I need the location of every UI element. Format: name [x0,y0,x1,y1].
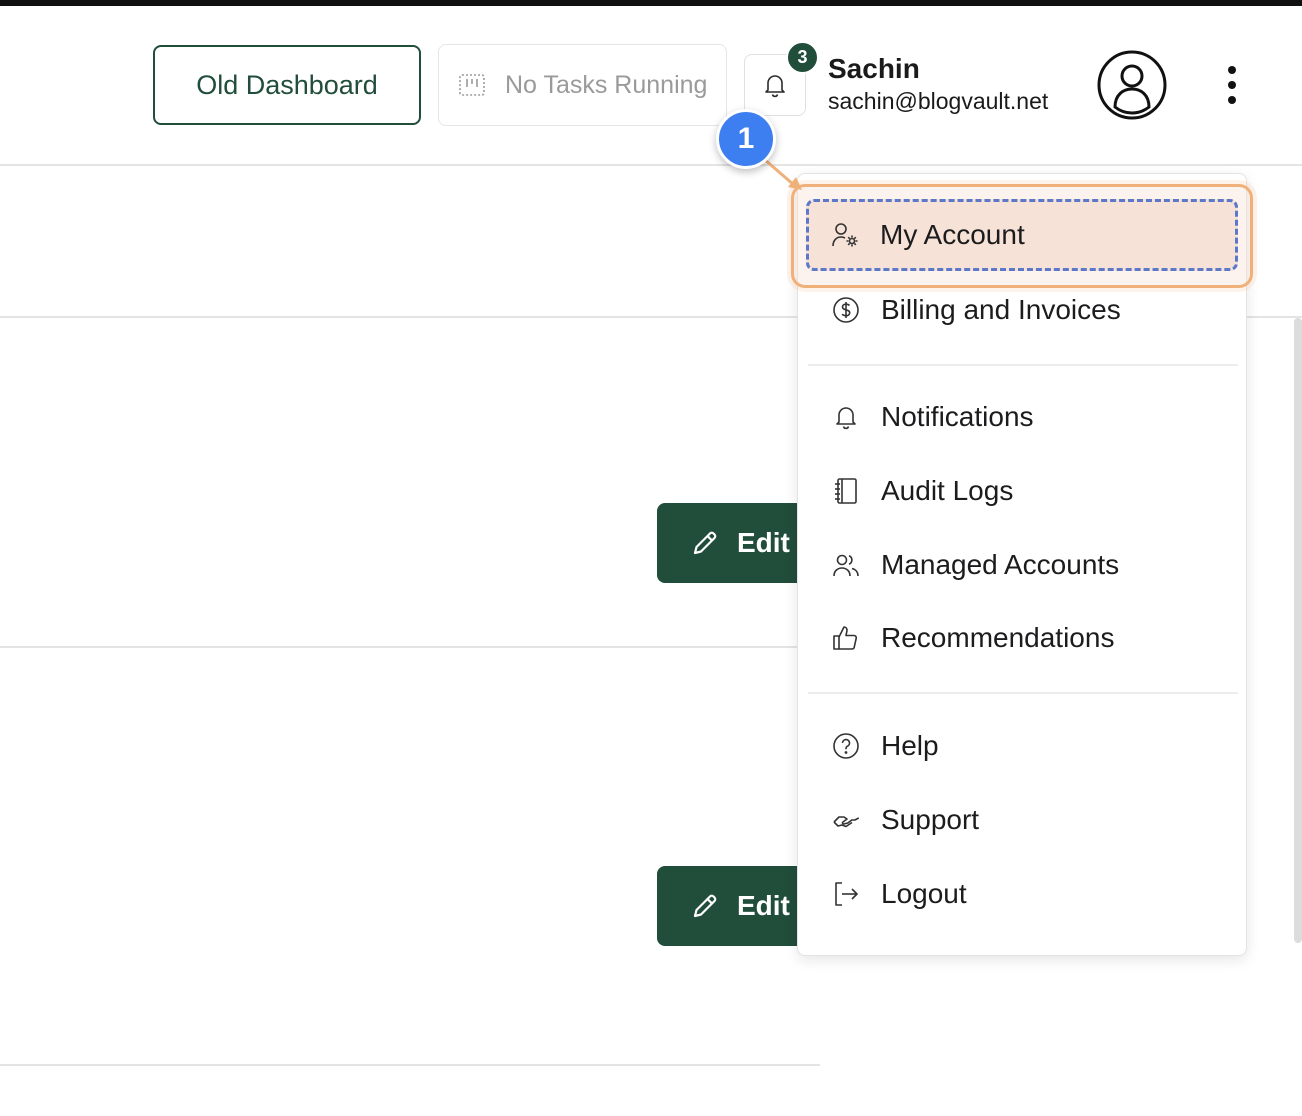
menu-item-managed-accounts[interactable]: Managed Accounts [798,535,1246,595]
edit-button[interactable]: Edit [657,866,807,946]
thumbs-up-icon [833,626,858,650]
question-circle-icon [833,733,859,759]
tasks-icon [459,74,485,96]
dollar-circle-icon [833,297,859,323]
notebook-icon [835,478,857,504]
edit-label: Edit [737,890,790,921]
menu-divider [808,692,1238,694]
menu-item-my-account[interactable]: My Account [797,205,1247,265]
menu-item-label: Logout [881,878,967,909]
notification-count-badge: 3 [786,41,819,74]
handshake-icon [833,816,860,828]
row-divider [0,1064,820,1066]
menu-item-label: Managed Accounts [881,549,1120,580]
scrollbar[interactable] [1294,318,1302,943]
menu-item-notifications[interactable]: Notifications [798,387,1246,447]
menu-item-label: Help [881,730,939,761]
pencil-icon [693,531,717,555]
avatar-icon[interactable] [1096,49,1168,121]
menu-divider [808,364,1238,366]
old-dashboard-button[interactable]: Old Dashboard [153,45,421,125]
menu-item-recommendations[interactable]: Recommendations [798,608,1246,668]
user-name: Sachin [828,53,920,84]
menu-item-label: Billing and Invoices [881,294,1121,325]
menu-item-billing[interactable]: Billing and Invoices [798,280,1246,340]
bell-icon [836,407,856,430]
menu-item-label: Recommendations [881,622,1115,653]
more-options-icon[interactable] [1216,62,1248,108]
logout-icon [835,882,858,906]
user-gear-icon [832,223,858,247]
tasks-status-label: No Tasks Running [505,70,708,99]
menu-item-audit-logs[interactable]: Audit Logs [798,461,1246,521]
menu-item-label: Support [881,804,980,835]
menu-item-label: Notifications [881,401,1034,432]
users-icon [833,554,859,577]
bell-icon [765,75,785,98]
old-dashboard-label: Old Dashboard [196,69,378,100]
row-divider [0,646,820,648]
top-edge-bar [0,0,1302,6]
account-dropdown-menu: Billing and Invoices Notifications Audit… [797,173,1247,956]
menu-item-help[interactable]: Help [798,716,1246,776]
menu-item-support[interactable]: Support [798,790,1246,850]
edit-label: Edit [737,527,790,558]
annotation-arrow-icon [763,157,802,190]
menu-item-logout[interactable]: Logout [798,864,1246,924]
header-divider [0,164,1302,166]
tasks-status-button[interactable]: No Tasks Running [438,44,727,126]
step-number-badge: 1 [716,109,776,169]
menu-item-label: Audit Logs [881,475,1014,506]
user-email: sachin@blogvault.net [828,88,1049,114]
edit-button[interactable]: Edit [657,503,807,583]
pencil-icon [693,894,717,918]
menu-item-label: My Account [880,219,1025,250]
